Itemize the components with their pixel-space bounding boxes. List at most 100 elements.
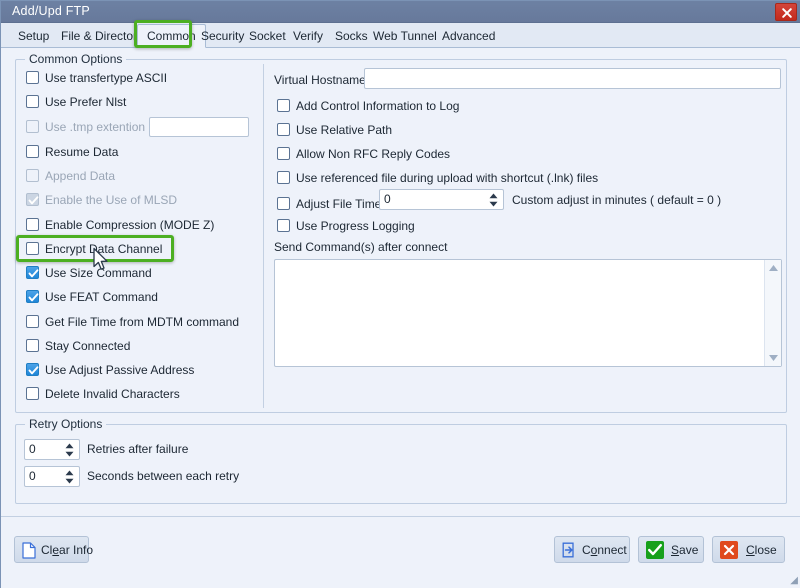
checkbox-box[interactable]	[26, 242, 39, 255]
send-commands-scrollbar[interactable]	[764, 260, 781, 366]
checkbox-box[interactable]	[26, 71, 39, 84]
retries-after-failure-label: Retries after failure	[87, 442, 189, 456]
retry-options-group: Retry Options	[15, 417, 787, 504]
column-divider	[263, 64, 264, 408]
checkbox-box[interactable]	[26, 339, 39, 352]
updown-arrows-icon	[65, 443, 74, 457]
checkbox-box[interactable]	[26, 290, 39, 303]
clear-info-label: Clear Info	[41, 543, 94, 557]
checkbox-use-progress-logging[interactable]: Use Progress Logging	[277, 218, 657, 236]
tmp-extension-input[interactable]	[149, 117, 249, 137]
document-icon	[22, 542, 36, 559]
checkbox-stay-connected[interactable]: Stay Connected	[26, 338, 241, 356]
seconds-between-retry-stepper[interactable]: 0	[24, 466, 80, 487]
checkbox-use-transfertype-ascii[interactable]: Use transfertype ASCII	[26, 70, 241, 88]
stepper-arrows[interactable]	[488, 192, 499, 208]
checkbox-adjust-file-times[interactable]: Adjust File Times	[277, 196, 387, 214]
red-x-icon	[720, 541, 738, 559]
checkbox-use-referenced-file-during-upload[interactable]: Use referenced file during upload with s…	[277, 170, 677, 188]
checkbox-box	[26, 120, 39, 133]
title-bar: Add/Upd FTP	[1, 1, 800, 23]
checkbox-encrypt-data-channel[interactable]: Encrypt Data Channel	[26, 241, 241, 259]
stepper-arrows[interactable]	[64, 469, 75, 485]
tab-setup[interactable]: Setup	[9, 25, 58, 48]
virtual-hostname-input[interactable]	[364, 68, 781, 89]
checkbox-use-relative-path[interactable]: Use Relative Path	[277, 122, 657, 140]
checkbox-append-data: Append Data	[26, 168, 241, 186]
scroll-down-arrow-icon[interactable]	[768, 354, 779, 362]
checkbox-label: Use Prefer Nlst	[45, 95, 127, 109]
checkbox-box[interactable]	[277, 99, 290, 112]
window-close-button[interactable]	[775, 3, 797, 21]
checkbox-label: Adjust File Times	[296, 197, 388, 211]
close-label: Close	[746, 543, 777, 557]
send-commands-textarea[interactable]	[275, 260, 764, 366]
save-label: Save	[671, 543, 699, 557]
checkbox-enable-use-of-mlsd: Enable the Use of MLSD	[26, 192, 241, 210]
send-commands-textarea-wrapper	[274, 259, 782, 367]
checkbox-box	[26, 193, 39, 206]
connect-label: Connect	[582, 543, 627, 557]
save-button[interactable]: Save	[638, 536, 704, 563]
checkbox-use-adjust-passive-address[interactable]: Use Adjust Passive Address	[26, 362, 241, 380]
checkbox-use-size-command[interactable]: Use Size Command	[26, 265, 241, 283]
retries-after-failure-stepper[interactable]: 0	[24, 439, 80, 460]
scroll-up-arrow-icon[interactable]	[768, 264, 779, 272]
adjust-file-times-value: 0	[384, 192, 391, 206]
checkbox-box[interactable]	[26, 95, 39, 108]
updown-arrows-icon	[65, 470, 74, 484]
checkbox-label: Use Progress Logging	[296, 219, 415, 233]
checkbox-label: Use Size Command	[45, 266, 152, 280]
tab-verify[interactable]: Verify	[284, 25, 332, 48]
checkbox-use-prefer-nlst[interactable]: Use Prefer Nlst	[26, 94, 241, 112]
checkbox-label: Resume Data	[45, 145, 119, 159]
updown-arrows-icon	[489, 193, 498, 207]
checkbox-box[interactable]	[26, 218, 39, 231]
checkbox-use-feat-command[interactable]: Use FEAT Command	[26, 289, 241, 307]
checkbox-label: Get File Time from MDTM command	[45, 315, 240, 329]
add-upd-ftp-dialog: Add/Upd FTP Setup File & Directory Commo…	[0, 0, 800, 588]
checkmark-icon	[28, 293, 39, 302]
checkbox-box[interactable]	[26, 266, 39, 279]
checkbox-box[interactable]	[26, 363, 39, 376]
checkbox-enable-compression-mode-z[interactable]: Enable Compression (MODE Z)	[26, 217, 241, 235]
checkbox-box[interactable]	[26, 315, 39, 328]
retry-options-group-title: Retry Options	[25, 417, 107, 431]
common-options-group-title: Common Options	[25, 52, 127, 66]
checkbox-box[interactable]	[277, 147, 290, 160]
seconds-between-retry-value: 0	[29, 469, 36, 483]
send-commands-label: Send Command(s) after connect	[274, 240, 448, 254]
checkbox-box[interactable]	[277, 171, 290, 184]
checkbox-get-file-time-from-mdtm[interactable]: Get File Time from MDTM command	[26, 314, 241, 332]
checkbox-label: Add Control Information to Log	[296, 99, 460, 113]
checkbox-box[interactable]	[277, 123, 290, 136]
connect-button[interactable]: Connect	[554, 536, 630, 563]
checkbox-allow-non-rfc-reply-codes[interactable]: Allow Non RFC Reply Codes	[277, 146, 657, 164]
checkbox-box[interactable]	[277, 219, 290, 232]
checkbox-label: Allow Non RFC Reply Codes	[296, 147, 451, 161]
checkmark-icon	[28, 269, 39, 278]
checkbox-delete-invalid-characters[interactable]: Delete Invalid Characters	[26, 386, 241, 404]
checkbox-box[interactable]	[26, 387, 39, 400]
resize-grip[interactable]: ◢	[790, 575, 798, 586]
checkbox-label: Append Data	[45, 169, 116, 183]
checkbox-label: Encrypt Data Channel	[45, 242, 163, 256]
virtual-hostname-label: Virtual Hostname	[274, 73, 366, 87]
checkbox-label: Use transfertype ASCII	[45, 71, 168, 85]
tab-advanced[interactable]: Advanced	[433, 25, 504, 48]
checkmark-icon	[28, 366, 39, 375]
checkbox-label: Use .tmp extention	[45, 120, 146, 134]
tab-strip: Setup File & Directory Common Security S…	[1, 23, 800, 48]
adjust-file-times-stepper[interactable]: 0	[379, 189, 504, 210]
close-button[interactable]: Close	[712, 536, 785, 563]
stepper-arrows[interactable]	[64, 442, 75, 458]
clear-info-button[interactable]: Clear Info	[14, 536, 93, 563]
checkbox-label: Stay Connected	[45, 339, 131, 353]
checkbox-resume-data[interactable]: Resume Data	[26, 144, 241, 162]
checkbox-box[interactable]	[277, 197, 290, 210]
window-title: Add/Upd FTP	[12, 4, 90, 18]
tab-panel-common: Common Options Use transfertype ASCII Us…	[1, 48, 800, 516]
checkbox-box[interactable]	[26, 145, 39, 158]
checkbox-label: Use Adjust Passive Address	[45, 363, 195, 377]
checkbox-add-control-information-to-log[interactable]: Add Control Information to Log	[277, 98, 657, 116]
